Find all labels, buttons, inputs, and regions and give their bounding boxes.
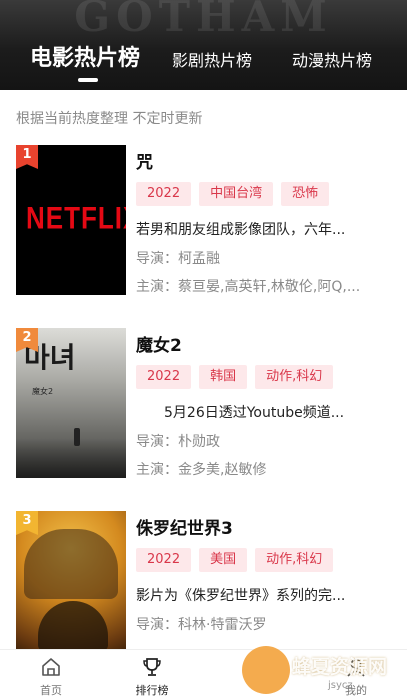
nav-mine-label: 我的: [345, 684, 367, 697]
category-tabs: 电影热片榜 影剧热片榜 动漫热片榜: [0, 38, 407, 78]
active-tab-indicator: [78, 78, 98, 82]
movie-director: 导演：朴勋政: [136, 434, 220, 450]
trophy-icon: [143, 658, 161, 676]
tag-genre: 恐怖: [281, 182, 330, 206]
movie-poster[interactable]: 3: [16, 511, 126, 661]
movie-poster[interactable]: NETFLIX 1: [16, 145, 126, 295]
tag-genre: 动作,科幻: [255, 365, 334, 389]
tag-year: 2022: [136, 548, 192, 572]
top-header: GOTHAM 电影热片榜 影剧热片榜 动漫热片榜: [0, 0, 407, 90]
tag-region: 美国: [199, 548, 248, 572]
tag-region: 韩国: [199, 365, 248, 389]
tag-list: 2022 韩国 动作,科幻: [136, 365, 341, 389]
rank-badge: 1: [16, 145, 38, 169]
list-item[interactable]: 마녀 魔女2 2 魔女2 2022 韩国 动作,科幻 5月26日透过Youtube频…: [0, 328, 407, 498]
movie-title[interactable]: 魔女2: [136, 331, 182, 356]
tag-year: 2022: [136, 182, 192, 206]
poster-characters: [24, 529, 118, 599]
user-icon: [347, 658, 365, 677]
tab-anime-hot[interactable]: 动漫热片榜: [292, 47, 372, 71]
poster-subtitle-text: 魔女2: [32, 387, 54, 396]
movie-title[interactable]: 侏罗纪世界3: [136, 514, 233, 539]
rank-badge: 3: [16, 511, 38, 535]
nav-home[interactable]: 首页: [11, 650, 91, 700]
ranking-subtitle: 根据当前热度整理 不定时更新: [16, 111, 203, 127]
nav-mine[interactable]: 我的: [316, 650, 396, 700]
bottom-navigation: 首页 排行榜 我的: [0, 649, 407, 700]
poster-shadow: [16, 438, 126, 478]
movie-description: 若男和朋友组成影像团队，六年...: [136, 222, 346, 238]
poster-logo-text: NETFLIX: [26, 199, 126, 236]
movie-poster[interactable]: 마녀 魔女2 2: [16, 328, 126, 478]
tab-movie-hot[interactable]: 电影热片榜: [30, 40, 140, 72]
nav-ranking-label: 排行榜: [135, 684, 169, 697]
movie-title[interactable]: 咒: [136, 148, 153, 173]
list-item[interactable]: NETFLIX 1 咒 2022 中国台湾恐怖 若男和朋友组成影像团队，六年...…: [0, 145, 407, 315]
tag-region: 中国台湾: [199, 182, 274, 206]
tag-list: 2022 美国 动作,科幻: [136, 548, 341, 572]
tag-year: 2022: [136, 365, 192, 389]
tag-list: 2022 中国台湾 恐怖: [136, 182, 337, 206]
movie-cast: 主演：蔡亘晏,高英轩,林敬伦,阿Q,...: [136, 279, 361, 295]
tag-genre: 动作,科幻: [255, 548, 334, 572]
header-background-text: GOTHAM: [74, 0, 333, 41]
tab-drama-hot[interactable]: 影剧热片榜: [172, 47, 252, 71]
nav-home-label: 首页: [40, 684, 62, 697]
home-icon: [42, 658, 60, 676]
poster-figure: [74, 428, 80, 446]
nav-ranking[interactable]: 排行榜: [112, 650, 192, 700]
movie-description: 5月26日透过Youtube频道...: [136, 405, 345, 421]
poster-dinosaur: [38, 601, 108, 651]
movie-director: 导演：柯孟融: [136, 251, 220, 267]
movie-director: 导演：科林·特雷沃罗: [136, 617, 267, 633]
nav-item-obscured[interactable]: [213, 650, 293, 700]
movie-cast: 主演：金多美,赵敏修: [136, 462, 267, 478]
movie-description: 影片为《侏罗纪世界》系列的完...: [136, 588, 346, 604]
